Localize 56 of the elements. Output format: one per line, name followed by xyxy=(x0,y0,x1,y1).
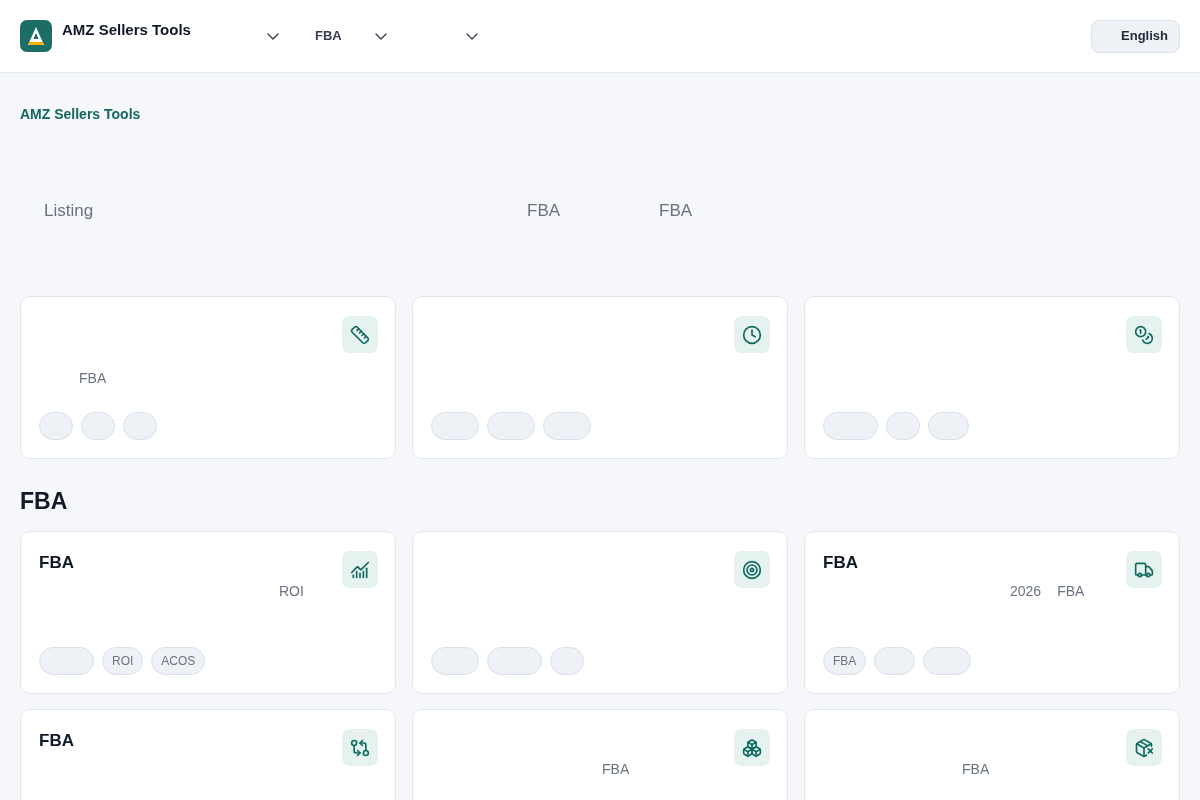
empty-tag xyxy=(39,647,94,675)
tag-label: ACOS xyxy=(151,647,206,675)
tool-card[interactable]: FBA ROI ROI ACOS xyxy=(20,531,396,694)
empty-tag xyxy=(487,647,542,675)
tag-label: FBA xyxy=(823,647,867,675)
empty-tag xyxy=(431,412,479,440)
box-cross-icon xyxy=(1126,729,1162,766)
target-icon xyxy=(734,551,770,588)
empty-tag xyxy=(923,647,972,675)
nav-menu-button[interactable]: FBA xyxy=(315,26,387,46)
card-description-text: FBA xyxy=(1057,582,1085,601)
empty-tag xyxy=(543,412,591,440)
empty-tag xyxy=(431,647,479,675)
language-button[interactable]: English xyxy=(1091,19,1180,53)
ruler-icon xyxy=(342,316,378,353)
brand-title: AMZ Sellers Tools xyxy=(62,20,191,39)
empty-tag xyxy=(123,412,157,440)
tool-card[interactable]: FBA xyxy=(20,296,396,459)
empty-tag xyxy=(823,412,878,440)
tool-card[interactable]: FBA xyxy=(804,709,1180,800)
empty-tag xyxy=(928,412,969,440)
empty-tag xyxy=(487,412,535,440)
tool-card[interactable] xyxy=(804,296,1180,459)
clock-icon xyxy=(734,316,770,353)
tool-card[interactable] xyxy=(412,296,788,459)
tag-label: ROI xyxy=(102,647,144,675)
hero-subtitle-text: FBA xyxy=(659,201,693,221)
card-description-text: 2026 xyxy=(1010,582,1042,601)
chevron-down-icon[interactable] xyxy=(465,32,478,40)
empty-tag xyxy=(81,412,115,440)
logo-icon xyxy=(20,20,52,52)
card-title: FBA xyxy=(39,731,74,750)
card-title: FBA xyxy=(823,553,858,572)
empty-tag xyxy=(886,412,920,440)
tool-card[interactable]: FBA xyxy=(20,709,396,800)
card-description-text: FBA xyxy=(962,760,990,779)
hero-subtitle-text: FBA xyxy=(527,201,561,221)
bar-chart-icon xyxy=(342,551,378,588)
truck-icon xyxy=(1126,551,1162,588)
coins-icon xyxy=(1126,316,1162,353)
card-description-text: FBA xyxy=(79,369,107,388)
chevron-down-icon[interactable] xyxy=(267,32,279,40)
card-description-text: FBA xyxy=(602,760,630,779)
card-description-text: ROI xyxy=(279,582,304,601)
section-heading: FBA xyxy=(20,487,68,515)
hero-subtitle-text: Listing xyxy=(44,201,94,221)
empty-tag xyxy=(550,647,584,675)
tool-card[interactable]: FBA xyxy=(412,709,788,800)
boxes-icon xyxy=(734,729,770,766)
empty-tag xyxy=(39,412,73,440)
tool-card[interactable] xyxy=(412,531,788,694)
tool-card[interactable]: FBA 2026 FBA FBA xyxy=(804,531,1180,694)
empty-tag xyxy=(874,647,916,675)
card-title: FBA xyxy=(39,553,74,572)
breadcrumb-link[interactable]: AMZ Sellers Tools xyxy=(20,106,141,123)
compare-arrows-icon xyxy=(342,729,378,766)
